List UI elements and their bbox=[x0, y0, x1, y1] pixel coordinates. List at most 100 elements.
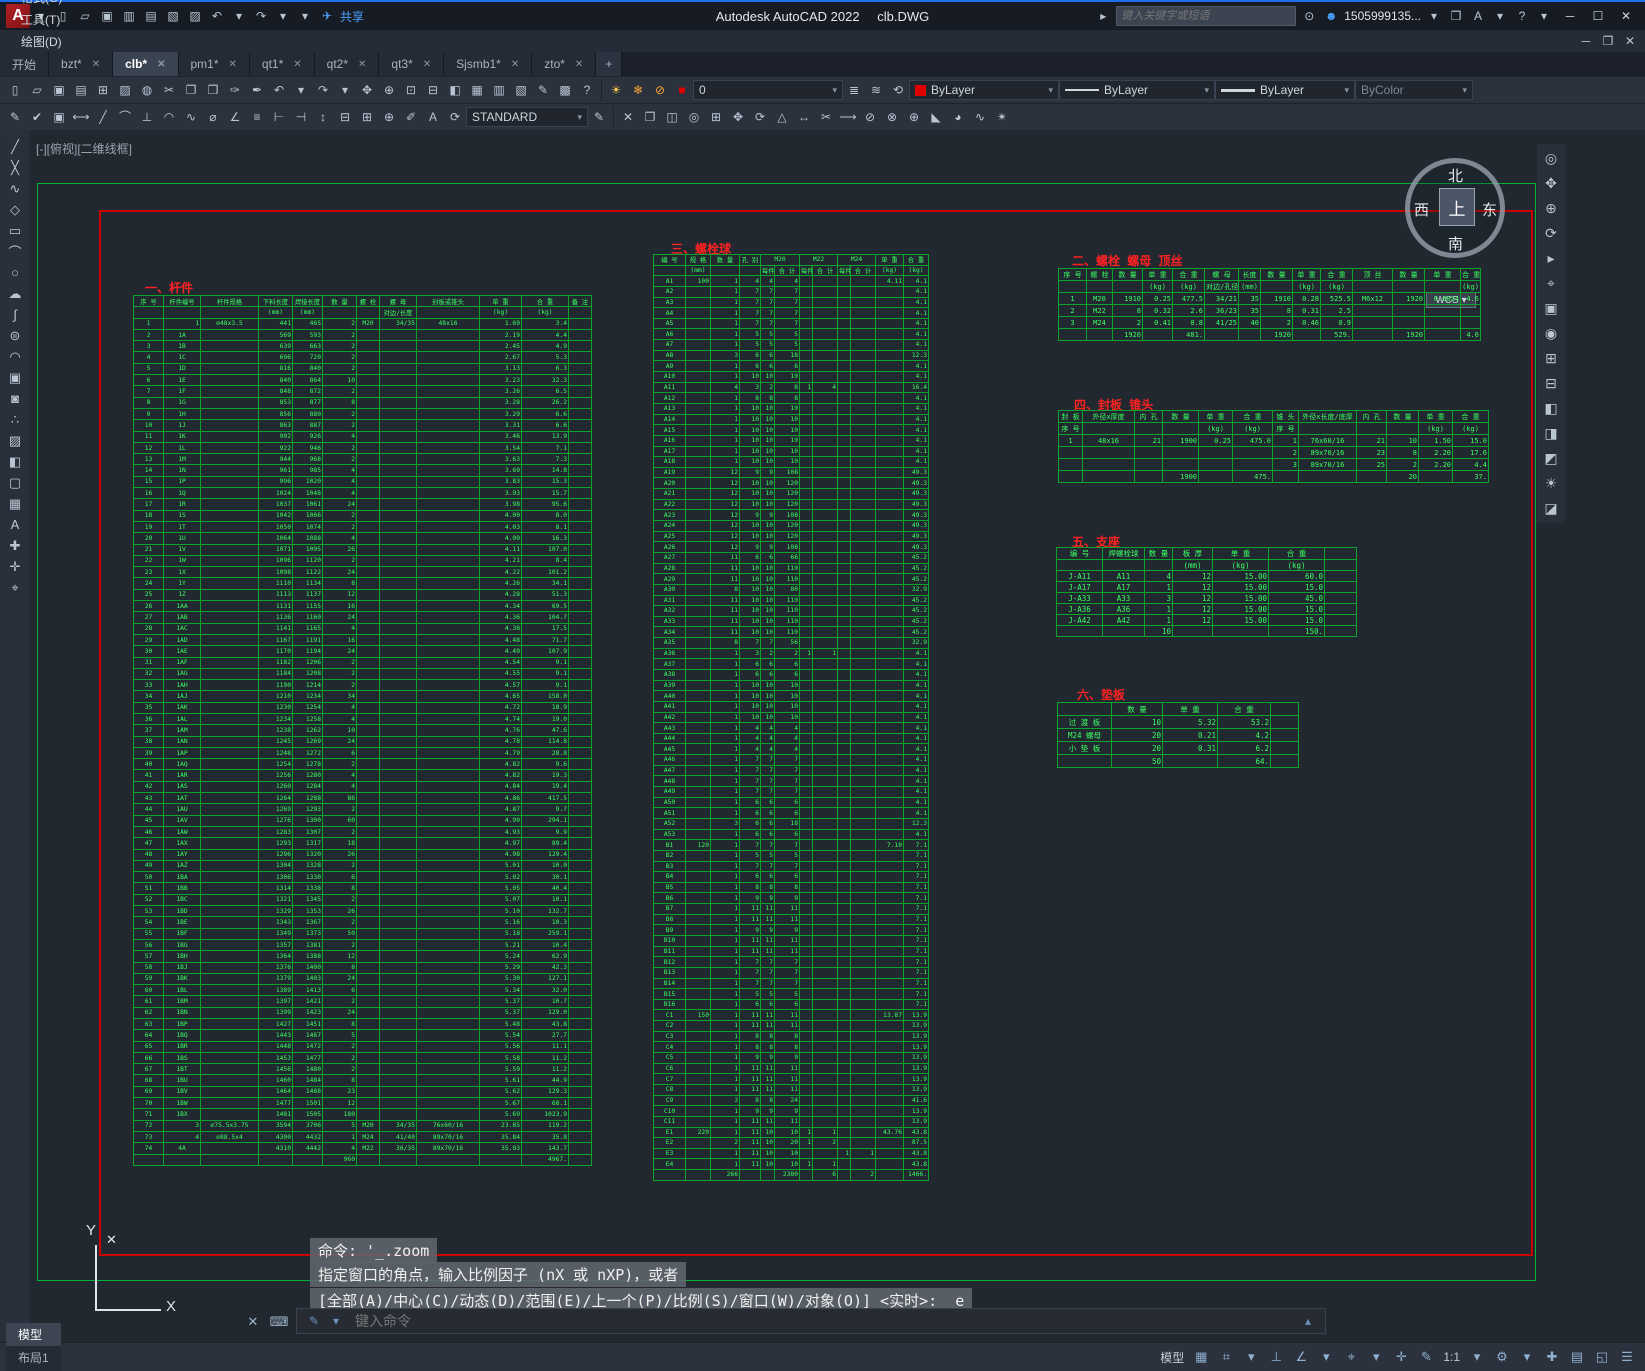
compass-south[interactable]: 南 bbox=[1448, 233, 1463, 254]
quick-dimension-icon[interactable]: ≡ bbox=[247, 107, 267, 127]
hatch-icon[interactable]: ▨ bbox=[3, 430, 27, 451]
qat-dropdown-icon[interactable]: ▾ bbox=[295, 6, 315, 26]
radius-dimension-icon[interactable]: ◠ bbox=[159, 107, 179, 127]
recent-commands-icon[interactable]: ⌨ bbox=[269, 1312, 289, 1332]
explode-icon[interactable]: ✴ bbox=[992, 107, 1012, 127]
dimension-edit-icon[interactable]: ✐ bbox=[401, 107, 421, 127]
command-pencil-icon[interactable]: ✎ bbox=[304, 1311, 324, 1331]
search-input[interactable] bbox=[1116, 6, 1297, 26]
trim-icon[interactable]: ✂ bbox=[816, 107, 836, 127]
workspace-dropdown-icon[interactable]: ▾ bbox=[1516, 1347, 1538, 1367]
circle-icon[interactable]: ○ bbox=[3, 262, 27, 283]
compass-west[interactable]: 西 bbox=[1414, 199, 1429, 220]
mirror-icon[interactable]: ◫ bbox=[662, 107, 682, 127]
spline-icon[interactable]: ∫ bbox=[3, 304, 27, 325]
layer-on-icon[interactable]: ☀ bbox=[606, 80, 626, 100]
plot-style-combo[interactable]: ByColor ▾ bbox=[1355, 80, 1473, 100]
undo-icon[interactable]: ↶ bbox=[269, 80, 289, 100]
multiline-text-icon[interactable]: A bbox=[3, 514, 27, 535]
file-tab-qt2[interactable]: qt2* ✕ bbox=[314, 52, 380, 76]
ucs-dialog-icon[interactable]: ⌖ bbox=[1538, 271, 1564, 296]
angular-dimension-icon[interactable]: ∠ bbox=[225, 107, 245, 127]
pan-tool-icon[interactable]: ✥ bbox=[1538, 171, 1564, 196]
view-manager-icon[interactable]: ▣ bbox=[1538, 296, 1564, 321]
aligned-dimension-icon[interactable]: ╱ bbox=[93, 107, 113, 127]
autodesk-a-icon[interactable]: A bbox=[1468, 6, 1488, 26]
polyline-icon[interactable]: ∿ bbox=[3, 178, 27, 199]
baseline-dimension-icon[interactable]: ⊢ bbox=[269, 107, 289, 127]
arc-length-dimension-icon[interactable]: ⌒ bbox=[115, 107, 135, 127]
extend-icon[interactable]: ⟶ bbox=[838, 107, 858, 127]
dimension-style-combo[interactable]: STANDARD ▾ bbox=[466, 107, 588, 127]
menu-工具(T)[interactable]: 工具(T) bbox=[10, 8, 75, 30]
ordinate-dimension-icon[interactable]: ⊥ bbox=[137, 107, 157, 127]
cut-icon[interactable]: ✂ bbox=[159, 80, 179, 100]
a-dropdown-icon[interactable]: ▾ bbox=[1490, 6, 1510, 26]
rectangle-icon[interactable]: ▭ bbox=[3, 220, 27, 241]
chamfer-icon[interactable]: ◣ bbox=[926, 107, 946, 127]
join-icon[interactable]: ⊕ bbox=[904, 107, 924, 127]
command-input[interactable] bbox=[353, 1312, 1291, 1330]
block-save-icon[interactable]: ▣ bbox=[49, 107, 69, 127]
tab-close-icon[interactable]: ✕ bbox=[423, 59, 431, 70]
sheet-set-manager-icon[interactable]: ▧ bbox=[511, 80, 531, 100]
jogged-dimension-icon[interactable]: ∿ bbox=[181, 107, 201, 127]
offset-icon[interactable]: ◎ bbox=[684, 107, 704, 127]
ortho-toggle[interactable]: ⊥ bbox=[1265, 1347, 1287, 1367]
file-tab-qt1[interactable]: qt1* ✕ bbox=[249, 52, 315, 76]
plot-icon[interactable]: ▨ bbox=[185, 6, 205, 26]
color-combo[interactable]: ByLayer ▾ bbox=[909, 80, 1059, 100]
move-icon[interactable]: ✥ bbox=[728, 107, 748, 127]
point-icon[interactable]: ∴ bbox=[3, 409, 27, 430]
erase-icon[interactable]: ✕ bbox=[618, 107, 638, 127]
region-icon[interactable]: ▢ bbox=[3, 472, 27, 493]
blend-curves-icon[interactable]: ∿ bbox=[970, 107, 990, 127]
annotation-monitor-icon[interactable]: ✒ bbox=[247, 80, 267, 100]
redo-icon[interactable]: ↷ bbox=[251, 6, 271, 26]
close-button[interactable]: ✕ bbox=[1613, 5, 1639, 27]
visual-styles-icon[interactable]: ◧ bbox=[1538, 396, 1564, 421]
file-tab-zto[interactable]: zto* ✕ bbox=[532, 52, 597, 76]
help-icon[interactable]: ? bbox=[577, 80, 597, 100]
sheet-views-icon[interactable]: ⊞ bbox=[1538, 346, 1564, 371]
file-tab-[interactable]: 开始 bbox=[0, 52, 50, 76]
show-motion-icon[interactable]: ▸ bbox=[1538, 246, 1564, 271]
design-center-icon[interactable]: ▦ bbox=[467, 80, 487, 100]
model-tab[interactable]: 模型 bbox=[6, 1322, 61, 1346]
file-tab-pm1[interactable]: pm1* ✕ bbox=[178, 52, 250, 76]
annotation-scale-dropdown-icon[interactable]: ▾ bbox=[1466, 1347, 1488, 1367]
viewport-controls-label[interactable]: [-][俯视][二维线框] bbox=[36, 140, 132, 157]
publish-icon[interactable]: ▨ bbox=[115, 80, 135, 100]
plot-icon[interactable]: ▤ bbox=[71, 80, 91, 100]
dimension-space-icon[interactable]: ↕ bbox=[313, 107, 333, 127]
file-tab-qt3[interactable]: qt3* ✕ bbox=[379, 52, 445, 76]
add-selected-icon[interactable]: ✚ bbox=[3, 535, 27, 556]
account-name[interactable]: 1505999135... bbox=[1344, 9, 1421, 23]
tab-close-icon[interactable]: ✕ bbox=[511, 59, 519, 70]
tab-close-icon[interactable]: ✕ bbox=[575, 59, 583, 70]
open-from-web-icon[interactable]: ▤ bbox=[141, 6, 161, 26]
gradient-icon[interactable]: ◧ bbox=[3, 451, 27, 472]
doc-close-icon[interactable]: ✕ bbox=[1620, 31, 1640, 51]
workspace-switching[interactable]: ⚙ bbox=[1491, 1347, 1513, 1367]
maximize-button[interactable]: ☐ bbox=[1585, 5, 1611, 27]
layer-states-icon[interactable]: ≋ bbox=[866, 80, 886, 100]
scale-icon[interactable]: △ bbox=[772, 107, 792, 127]
tab-close-icon[interactable]: ✕ bbox=[358, 59, 366, 70]
compass-east[interactable]: 东 bbox=[1482, 199, 1497, 220]
share-icon[interactable]: ✈ bbox=[317, 6, 337, 26]
help-dropdown-icon[interactable]: ▾ bbox=[1534, 6, 1554, 26]
user-icon[interactable]: ☻ bbox=[1321, 6, 1341, 26]
tool-palettes-icon[interactable]: ▥ bbox=[489, 80, 509, 100]
share-button[interactable]: 共享 bbox=[340, 8, 364, 25]
compass-north[interactable]: 北 bbox=[1448, 165, 1463, 186]
layer-lock-icon[interactable]: ⊘ bbox=[650, 80, 670, 100]
zoom-window-icon[interactable]: ⊡ bbox=[401, 80, 421, 100]
open-file-icon[interactable]: ▱ bbox=[75, 6, 95, 26]
quick-calc-icon[interactable]: ▩ bbox=[555, 80, 575, 100]
zoom-previous-icon[interactable]: ⊟ bbox=[423, 80, 443, 100]
customization-menu[interactable]: ☰ bbox=[1616, 1347, 1638, 1367]
tolerance-icon[interactable]: ⊞ bbox=[357, 107, 377, 127]
snap-dropdown-icon[interactable]: ▾ bbox=[1240, 1347, 1262, 1367]
command-scroll-up-icon[interactable]: ▴ bbox=[1298, 1311, 1318, 1331]
